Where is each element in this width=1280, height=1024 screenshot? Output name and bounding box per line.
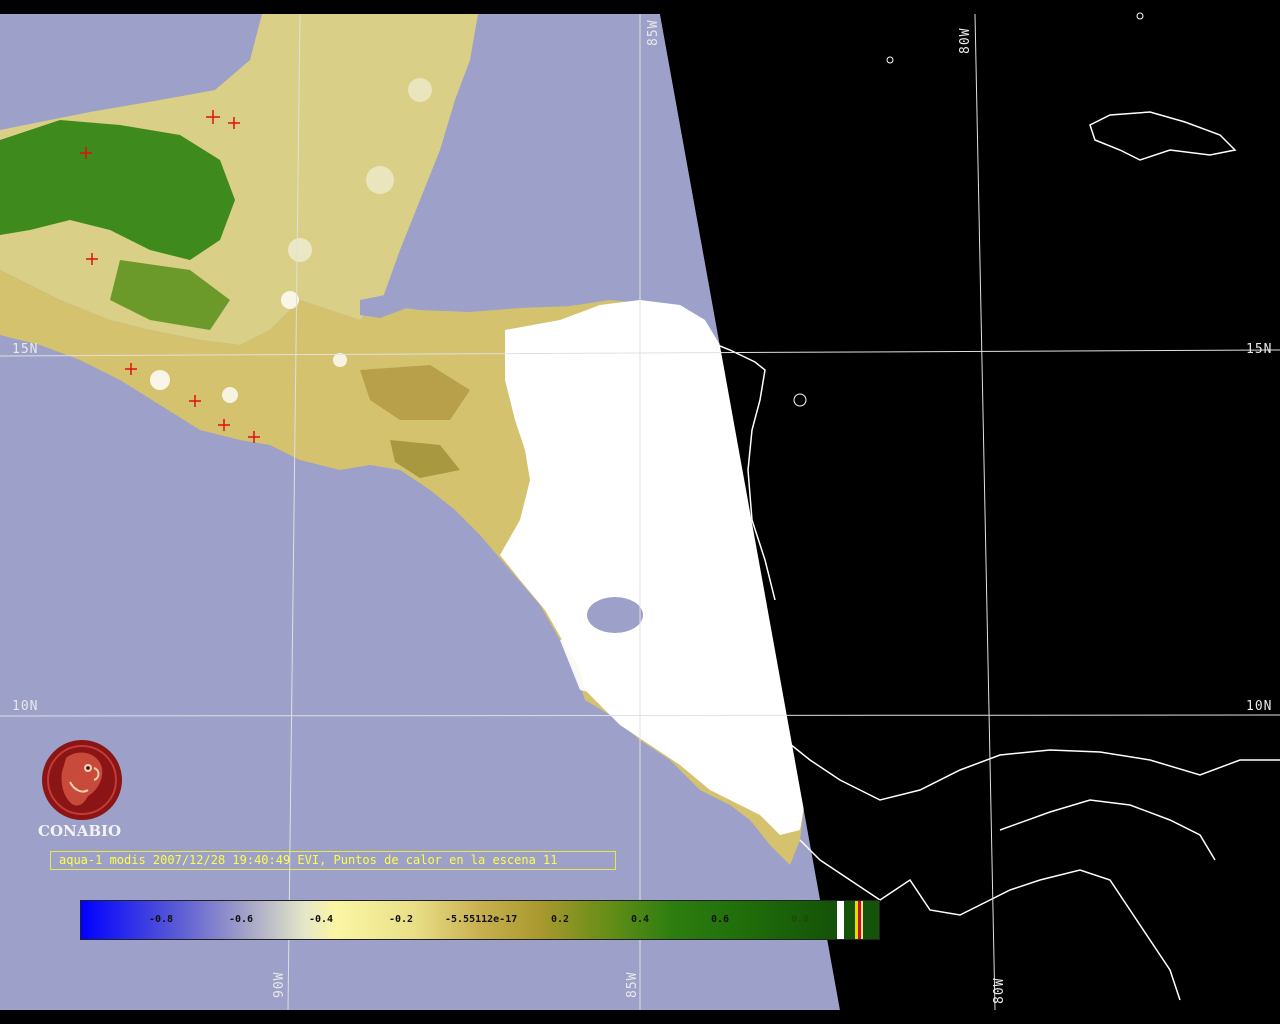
- colorbar-dark-swatch: [861, 901, 863, 939]
- lake-nicaragua: [587, 597, 643, 633]
- lon-label-80w-bottom: 80W: [992, 977, 1007, 1004]
- lat-label-10n-right: 10N: [1246, 699, 1273, 714]
- scene-caption: aqua-1 modis 2007/12/28 19:40:49 EVI, Pu…: [50, 851, 616, 870]
- lat-label-10n-left: 10N: [12, 699, 39, 714]
- colorbar-tick-label: 0.2: [551, 914, 570, 925]
- colorbar-tick-label: 0.8: [791, 914, 810, 925]
- lon-label-85w-top: 85W: [646, 19, 661, 46]
- conabio-label: CONABIO: [38, 822, 122, 840]
- lat-label-15n-left: 15N: [12, 342, 39, 357]
- evi-colorbar: -0.8 -0.6 -0.4 -0.2 -5.55112e-17 0.2 0.4…: [80, 900, 880, 940]
- colorbar-tick-label: -5.55112e-17: [445, 914, 518, 925]
- lat-label-15n-right: 15N: [1246, 342, 1273, 357]
- colorbar-tick-label: -0.4: [309, 914, 334, 925]
- colorbar-cloud-swatch: [837, 901, 844, 939]
- lon-label-85w-bottom: 85W: [625, 971, 640, 998]
- map-canvas: [0, 12, 1280, 1011]
- satellite-map-view: 85W 80W 15N 15N 10N 10N 90W 85W 80W CONA…: [0, 0, 1280, 1024]
- conabio-macaw-logo-icon: [42, 740, 122, 820]
- lon-label-80w-top: 80W: [958, 27, 973, 54]
- colorbar-tick-label: -0.2: [389, 914, 414, 925]
- colorbar-tick-label: 0.4: [631, 914, 650, 925]
- colorbar-tick-label: -0.6: [229, 914, 254, 925]
- colorbar-tick-label: 0.6: [711, 914, 730, 925]
- lon-label-90w-bottom: 90W: [272, 971, 287, 998]
- colorbar-tick-label: -0.8: [149, 914, 174, 925]
